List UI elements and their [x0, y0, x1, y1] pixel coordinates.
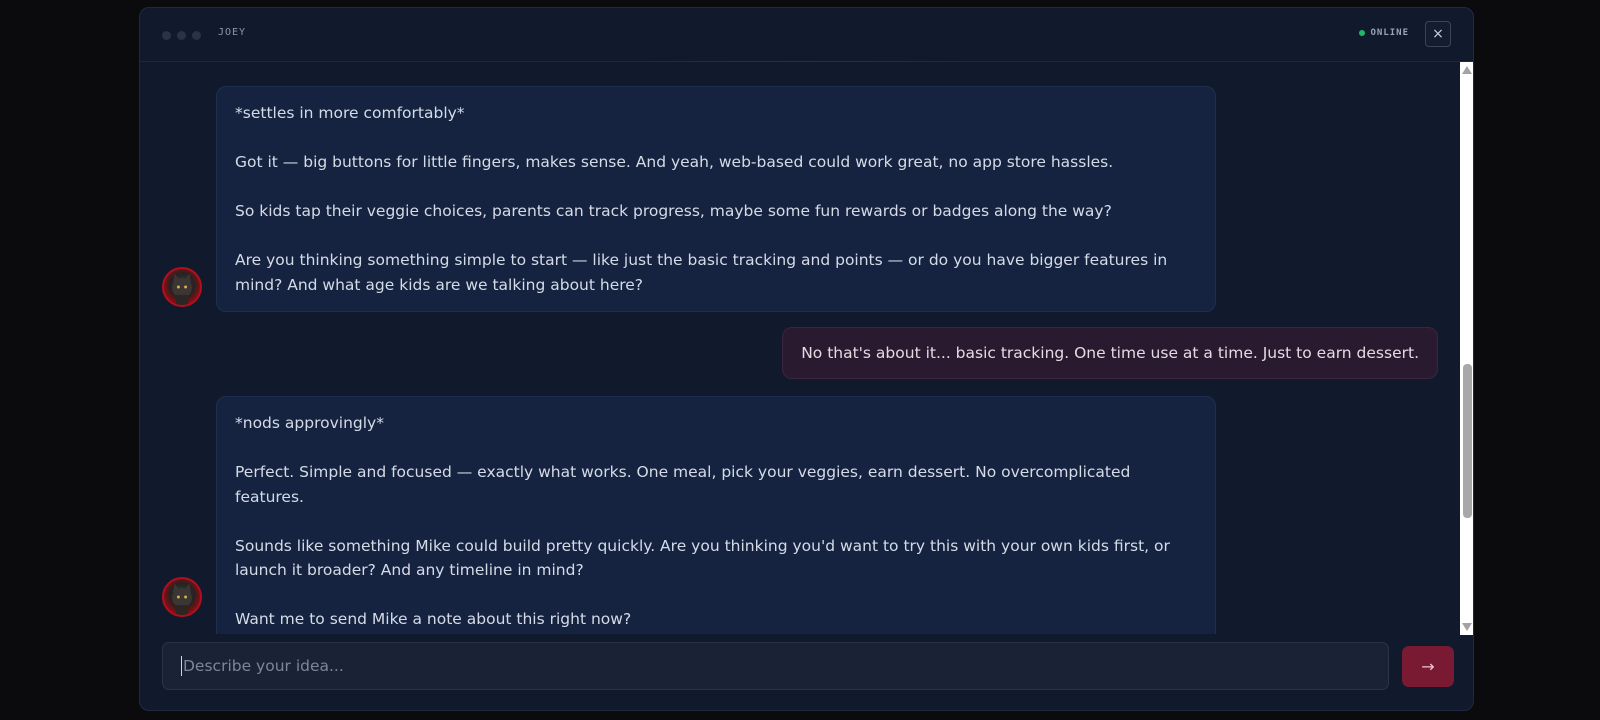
- cat-icon: [172, 583, 192, 615]
- message-paragraph: So kids tap their veggie choices, parent…: [235, 202, 1112, 220]
- title-bar: JOEY ONLINE ×: [140, 8, 1473, 62]
- arrow-right-icon: →: [1421, 657, 1435, 676]
- cat-icon: [172, 273, 192, 305]
- chat-window: JOEY ONLINE × *settles in more comfortab…: [139, 7, 1474, 711]
- scroll-thumb[interactable]: [1463, 364, 1472, 518]
- status-indicator: ONLINE: [1359, 28, 1409, 38]
- message-input[interactable]: [181, 656, 1370, 676]
- message-paragraph: Got it — big buttons for little fingers,…: [235, 153, 1114, 171]
- message-paragraph: Sounds like something Mike could build p…: [235, 536, 1170, 580]
- message-paragraph: *nods approvingly*: [235, 414, 384, 432]
- online-dot-icon: [1359, 30, 1366, 36]
- message-composer: [162, 642, 1389, 690]
- scroll-up-arrow-icon[interactable]: [1462, 66, 1472, 74]
- message-paragraph: Perfect. Simple and focused — exactly wh…: [235, 463, 1131, 506]
- assistant-message: *nods approvingly* Perfect. Simple and f…: [216, 396, 1216, 634]
- assistant-message: *settles in more comfortably* Got it — b…: [216, 86, 1216, 312]
- message-paragraph: Are you thinking something simple to sta…: [235, 251, 1168, 294]
- window-dots: [162, 31, 201, 40]
- window-dot-icon: [177, 31, 186, 40]
- message-text: No that's about it... basic tracking. On…: [801, 344, 1419, 362]
- message-paragraph: Want me to send Mike a note about this r…: [235, 610, 632, 628]
- close-icon: ×: [1432, 26, 1444, 42]
- close-button[interactable]: ×: [1425, 21, 1451, 47]
- message-list[interactable]: *settles in more comfortably* Got it — b…: [140, 62, 1460, 634]
- window-dot-icon: [162, 31, 171, 40]
- scrollbar[interactable]: [1460, 62, 1473, 635]
- send-button[interactable]: →: [1402, 646, 1454, 687]
- app-title: JOEY: [218, 27, 247, 38]
- avatar: [162, 577, 202, 617]
- status-label: ONLINE: [1370, 28, 1409, 38]
- scroll-down-arrow-icon[interactable]: [1462, 623, 1472, 631]
- avatar: [162, 267, 202, 307]
- user-message: No that's about it... basic tracking. On…: [782, 327, 1438, 379]
- window-dot-icon: [192, 31, 201, 40]
- message-paragraph: *settles in more comfortably*: [235, 104, 465, 122]
